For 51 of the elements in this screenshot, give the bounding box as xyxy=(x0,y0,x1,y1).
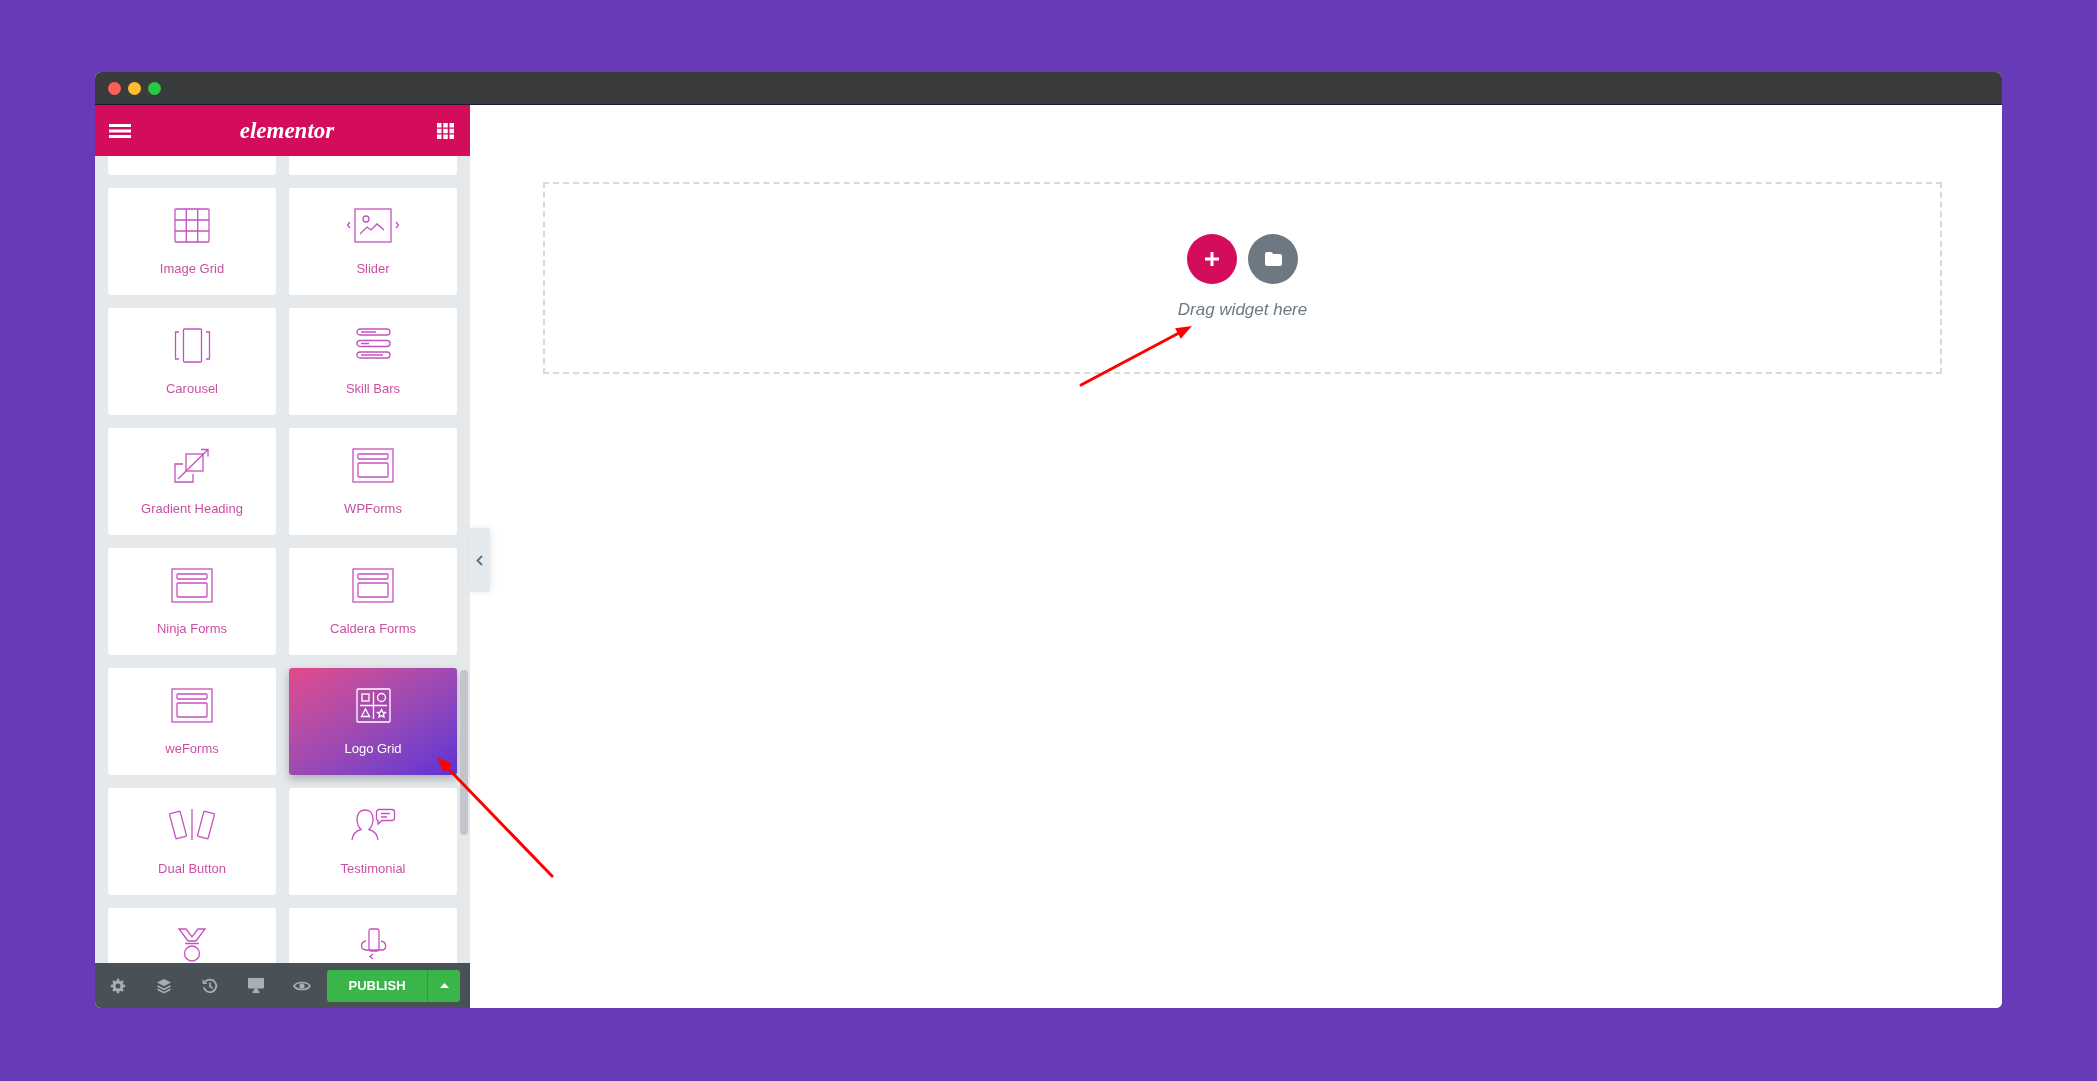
widget-tile[interactable] xyxy=(108,908,276,963)
form-icon xyxy=(352,568,394,603)
layers-icon[interactable] xyxy=(156,977,172,994)
widget-tile[interactable]: weForms xyxy=(108,668,276,775)
folder-icon xyxy=(1264,252,1282,266)
chevron-left-icon xyxy=(475,554,483,566)
carousel-icon xyxy=(173,328,211,363)
widget-tile[interactable]: Logo Grid xyxy=(289,668,457,775)
widget-tile[interactable] xyxy=(108,156,276,175)
publish-options-button[interactable] xyxy=(427,969,460,1002)
widget-tile[interactable] xyxy=(289,908,457,963)
form-icon xyxy=(171,688,213,723)
desktop-icon[interactable] xyxy=(248,978,264,993)
bars-icon xyxy=(355,328,391,359)
form-icon xyxy=(171,568,213,603)
window-minimize-icon[interactable] xyxy=(128,81,141,95)
drop-hint: Drag widget here xyxy=(1177,300,1308,320)
history-icon[interactable] xyxy=(202,977,218,994)
scrollbar-thumb[interactable] xyxy=(460,670,468,835)
widget-tile[interactable]: Slider xyxy=(289,188,457,295)
grid-icon xyxy=(174,208,210,243)
window-maximize-icon[interactable] xyxy=(148,81,161,95)
image-slider-icon xyxy=(346,208,400,243)
widget-tile[interactable]: Ninja Forms xyxy=(108,548,276,655)
settings-icon[interactable] xyxy=(110,977,126,994)
eye-icon[interactable] xyxy=(293,979,311,992)
menu-icon[interactable] xyxy=(109,123,131,138)
person-speech-icon xyxy=(350,808,396,841)
widget-tile[interactable]: Image Grid xyxy=(108,188,276,295)
add-section-button[interactable] xyxy=(1187,234,1237,284)
form-icon xyxy=(352,448,394,483)
caret-up-icon xyxy=(439,983,449,988)
plus-icon xyxy=(1205,252,1219,266)
widget-tile[interactable]: WPForms xyxy=(289,428,457,535)
widget-tile[interactable]: Gradient Heading xyxy=(108,428,276,535)
widget-tile[interactable]: Dual Button xyxy=(108,788,276,895)
shapes-grid-icon xyxy=(355,688,391,723)
widget-tile[interactable]: Carousel xyxy=(108,308,276,415)
publish-button[interactable]: PUBLISH xyxy=(327,969,427,1002)
widget-tile[interactable] xyxy=(289,156,457,175)
brand-logo: elementor xyxy=(238,117,335,144)
widget-tile[interactable]: Skill Bars xyxy=(289,308,457,415)
loop-icon xyxy=(359,928,387,960)
widget-tile[interactable]: Testimonial xyxy=(289,788,457,895)
apps-grid-icon[interactable] xyxy=(437,122,454,139)
widget-tile[interactable]: Caldera Forms xyxy=(289,548,457,655)
medal-icon xyxy=(178,928,206,962)
add-template-button[interactable] xyxy=(1248,234,1298,284)
window-close-icon[interactable] xyxy=(108,81,121,95)
dual-button-icon xyxy=(168,808,216,841)
diagonal-arrow-icon xyxy=(174,448,210,483)
